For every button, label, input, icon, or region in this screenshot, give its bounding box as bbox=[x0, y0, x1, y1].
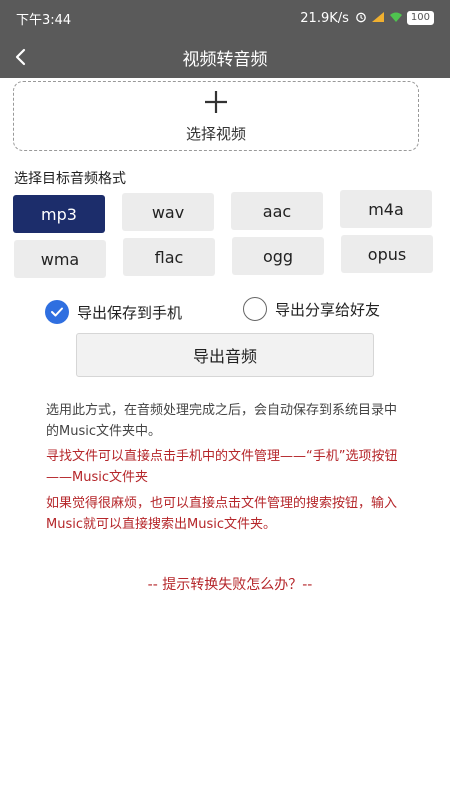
title-bar: 视频转音频 bbox=[0, 36, 450, 78]
wifi-icon bbox=[389, 11, 403, 26]
format-option-opus[interactable]: opus bbox=[341, 235, 433, 273]
format-option-flac[interactable]: flac bbox=[123, 238, 215, 276]
export-audio-button[interactable]: 导出音频 bbox=[76, 333, 374, 377]
tip-note-search: 如果觉得很麻烦，也可以直接点击文件管理的搜索按钮，输入Music就可以直接搜索出… bbox=[46, 496, 398, 532]
option-save-to-phone[interactable]: 导出保存到手机 bbox=[45, 300, 182, 324]
conversion-failure-help-link[interactable]: -- 提示转换失败怎么办？-- bbox=[0, 574, 450, 594]
plus-icon bbox=[203, 89, 229, 119]
format-option-wav[interactable]: wav bbox=[122, 193, 214, 231]
option-save-to-phone-label: 导出保存到手机 bbox=[77, 303, 183, 322]
radio-unchecked-icon[interactable] bbox=[243, 297, 267, 321]
status-time: 下午3:44 bbox=[16, 12, 72, 28]
select-video-label: 选择视频 bbox=[185, 124, 246, 143]
battery-icon: 100 bbox=[406, 11, 434, 25]
format-option-mp3[interactable]: mp3 bbox=[13, 195, 105, 233]
status-right: 21.9K/s 100 bbox=[300, 11, 434, 26]
info-note: 选用此方式，在音频处理完成之后，会自动保存到系统目录中的Music文件夹中。 bbox=[46, 403, 398, 439]
format-option-aac[interactable]: aac bbox=[231, 192, 323, 230]
tip-note-file-manager: 寻找文件可以直接点击手机中的文件管理——“手机”选项按钮——Music文件夹 bbox=[46, 449, 398, 485]
alarm-icon bbox=[355, 11, 367, 26]
format-heading: 选择目标音频格式 bbox=[14, 171, 126, 187]
signal-icon bbox=[371, 11, 385, 26]
select-video-button[interactable]: 选择视频 bbox=[13, 81, 419, 151]
format-option-wma[interactable]: wma bbox=[14, 240, 106, 278]
option-share-to-friend[interactable]: 导出分享给好友 bbox=[243, 297, 380, 321]
status-icons: 100 bbox=[355, 11, 434, 26]
chevron-left-icon[interactable] bbox=[8, 44, 34, 70]
format-option-ogg[interactable]: ogg bbox=[232, 237, 324, 275]
radio-checked-icon[interactable] bbox=[45, 300, 69, 324]
network-speed: 21.9K/s bbox=[300, 10, 349, 26]
format-option-m4a[interactable]: m4a bbox=[340, 190, 432, 228]
page-title: 视频转音频 bbox=[182, 49, 268, 70]
status-bar: 下午3:44 21.9K/s 100 bbox=[0, 0, 450, 36]
option-share-to-friend-label: 导出分享给好友 bbox=[275, 300, 381, 319]
